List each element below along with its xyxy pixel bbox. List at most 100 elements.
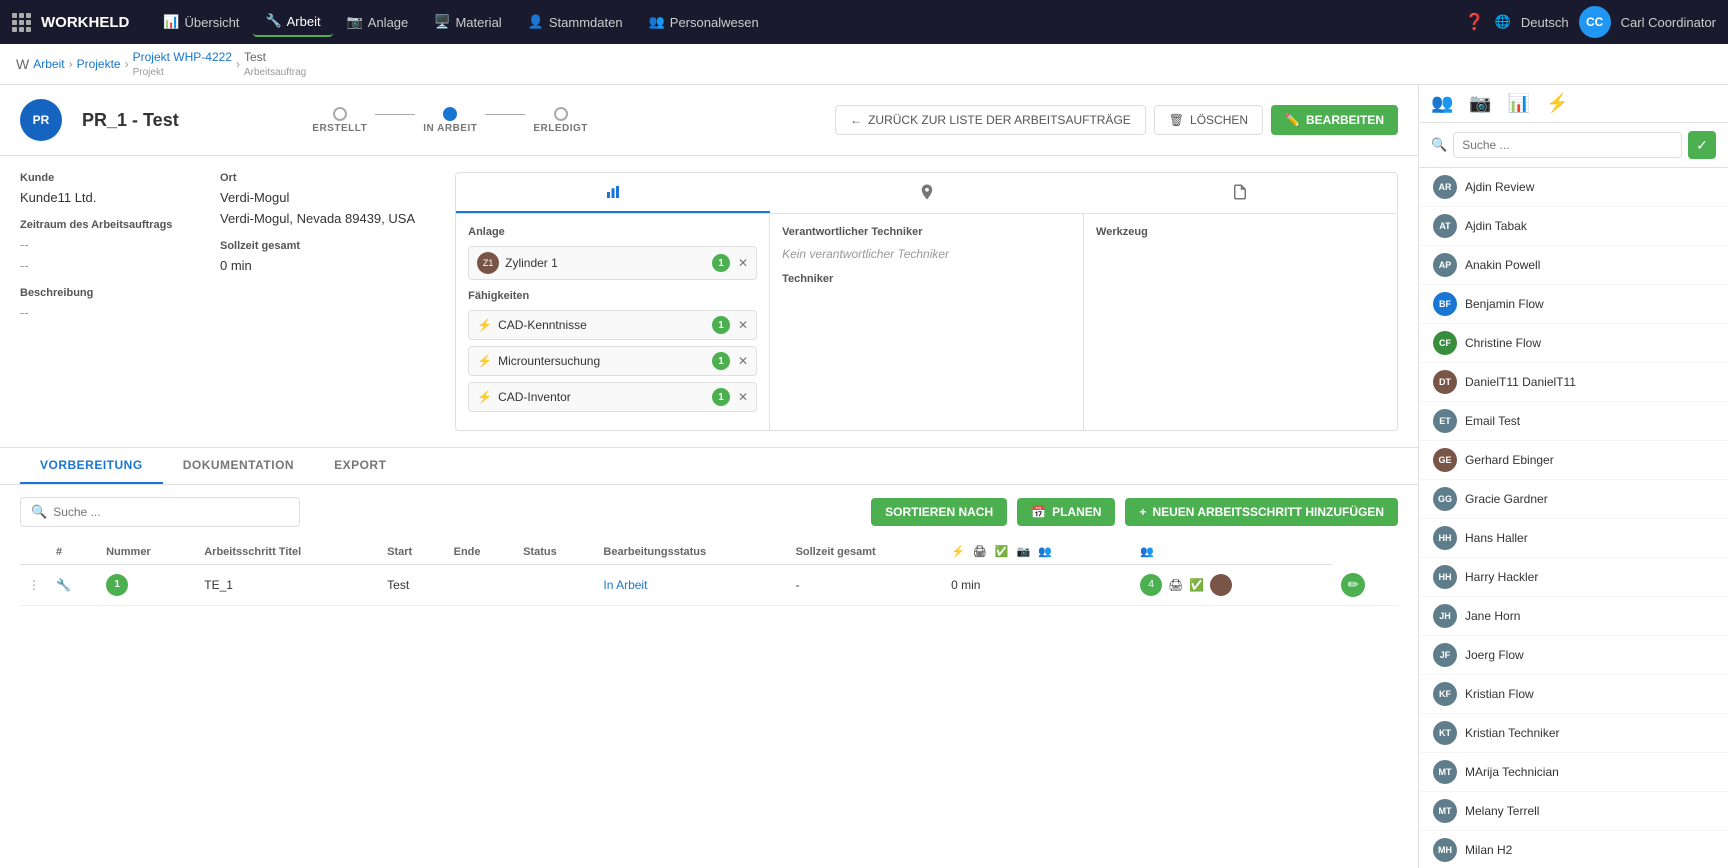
breadcrumb-project-sub: Projekt (133, 67, 164, 78)
row-menu[interactable]: ⋮ (20, 565, 48, 606)
skill-remove-1[interactable]: ✕ (738, 318, 748, 332)
nav-item-ubersicht[interactable]: 📊 Übersicht (151, 7, 251, 37)
th-titel: Arbeitsschritt Titel (196, 539, 379, 565)
technician-item[interactable]: ATAjdin Tabak (1419, 207, 1728, 246)
zeitraum-label: Zeitraum des Arbeitsauftrags (20, 219, 180, 231)
print-icon[interactable]: 🖨 (1168, 578, 1183, 592)
tech-avatar: ET (1433, 409, 1457, 433)
technician-item[interactable]: CFChristine Flow (1419, 324, 1728, 363)
tech-name: DanielT11 DanielT11 (1465, 375, 1576, 389)
th-nummer: Nummer (98, 539, 196, 565)
check-icon[interactable]: ✅ (1189, 578, 1204, 592)
tech-avatar: MT (1433, 760, 1457, 784)
nav-item-personalwesen[interactable]: 👥 Personalwesen (637, 7, 771, 37)
technician-item[interactable]: JFJoerg Flow (1419, 636, 1728, 675)
panel-tab-document[interactable] (1083, 173, 1397, 213)
sidebar-people-icon[interactable]: 👥 (1431, 93, 1453, 114)
technician-item[interactable]: APAnakin Powell (1419, 246, 1728, 285)
personalwesen-icon: 👥 (649, 14, 665, 30)
lightning-icon-3: ⚡ (477, 390, 492, 404)
delete-button[interactable]: 🗑 LÖSCHEN (1154, 105, 1263, 135)
technician-item[interactable]: GEGerhard Ebinger (1419, 441, 1728, 480)
th-icon-area: ⚡ 🖨 ✅ 📷 👥 (951, 545, 1124, 558)
sidebar-lightning-icon[interactable]: ⚡ (1546, 93, 1568, 114)
row-edit[interactable]: ✏ (1333, 565, 1398, 606)
technician-item[interactable]: DTDanielT11 DanielT11 (1419, 363, 1728, 402)
panel-tab-chart[interactable] (456, 173, 770, 213)
back-button[interactable]: ← ZURÜCK ZUR LISTE DER ARBEITSAUFTRÄGE (835, 105, 1146, 135)
skill-remove-3[interactable]: ✕ (738, 390, 748, 404)
step-circle-erstellt (333, 107, 347, 121)
technician-item[interactable]: HHHarry Hackler (1419, 558, 1728, 597)
technician-item[interactable]: GGGracie Gardner (1419, 480, 1728, 519)
work-steps-toolbar: 🔍 SORTIEREN NACH 📅 PLANEN + NEUEN ARBEIT… (20, 497, 1398, 527)
add-step-button[interactable]: + NEUEN ARBEITSSCHRITT HINZUFÜGEN (1125, 498, 1398, 526)
tab-export[interactable]: EXPORT (314, 448, 406, 484)
tech-name: Email Test (1465, 414, 1520, 428)
sort-button[interactable]: SORTIEREN NACH (871, 498, 1007, 526)
breadcrumb-projekte[interactable]: Projekte (77, 57, 121, 71)
row-sollzeit-val: 0 min (943, 565, 1132, 606)
technician-item[interactable]: MHMilan H2 (1419, 831, 1728, 868)
step-num-text: 1 (114, 579, 120, 590)
ort-label: Ort (220, 172, 415, 184)
step-line-1 (375, 114, 415, 115)
sidebar-chart-icon[interactable]: 📊 (1508, 93, 1530, 114)
tab-vorbereitung[interactable]: VORBEREITUNG (20, 448, 163, 484)
th-menu (20, 539, 48, 565)
technician-item[interactable]: MTMelany Terrell (1419, 792, 1728, 831)
help-icon[interactable]: ❓ (1465, 12, 1485, 32)
asset-remove-icon[interactable]: ✕ (738, 256, 748, 270)
language-selector[interactable]: Deutsch (1521, 15, 1569, 30)
tech-name: Kristian Flow (1465, 687, 1534, 701)
search-input[interactable] (53, 505, 289, 519)
technician-item[interactable]: JHJane Horn (1419, 597, 1728, 636)
technician-item[interactable]: MTMArija Technician (1419, 753, 1728, 792)
technician-item[interactable]: HHHans Haller (1419, 519, 1728, 558)
technician-item[interactable]: KTKristian Techniker (1419, 714, 1728, 753)
plan-button[interactable]: 📅 PLANEN (1017, 498, 1115, 526)
nav-item-arbeit[interactable]: 🔧 Arbeit (253, 7, 332, 37)
people-header-icon: 👥 (1038, 545, 1052, 558)
kunde-value: Kunde11 Ltd. (20, 190, 180, 205)
kein-tech: Kein verantwortlicher Techniker (782, 247, 949, 261)
edit-button[interactable]: ✏️ BEARBEITEN (1271, 105, 1398, 135)
nav-item-material[interactable]: 🖥️ Material (422, 7, 513, 37)
skill-remove-2[interactable]: ✕ (738, 354, 748, 368)
app-logo[interactable]: WORKHELD (12, 13, 129, 32)
bar-chart-icon (604, 183, 622, 201)
step-label-erstellt: ERSTELLT (312, 123, 367, 134)
nav-item-stammdaten[interactable]: 👤 Stammdaten (516, 7, 635, 37)
lightning-header-icon: ⚡ (951, 545, 965, 558)
row-edit-button[interactable]: ✏ (1341, 573, 1365, 597)
page-title: PR_1 - Test (82, 110, 179, 131)
step-circle-inarbeit (443, 107, 457, 121)
panel-tab-location[interactable] (770, 173, 1084, 213)
technician-item[interactable]: BFBenjamin Flow (1419, 285, 1728, 324)
grid-icon (12, 13, 31, 32)
info-section: Kunde Kunde11 Ltd. Zeitraum des Arbeitsa… (0, 156, 1418, 448)
sidebar-search-button[interactable]: ✓ (1688, 131, 1716, 159)
tab-dokumentation[interactable]: DOKUMENTATION (163, 448, 314, 484)
page-header: PR PR_1 - Test ERSTELLT IN ARBEIT ERLEDI… (0, 85, 1418, 156)
technician-item[interactable]: KFKristian Flow (1419, 675, 1728, 714)
skill-name-1: CAD-Kenntnisse (498, 318, 706, 332)
breadcrumb-project-link[interactable]: Projekt WHP-4222 (133, 50, 232, 64)
main-content: PR PR_1 - Test ERSTELLT IN ARBEIT ERLEDI… (0, 85, 1418, 868)
sidebar-search-input[interactable] (1453, 132, 1682, 158)
technician-item[interactable]: ARAjdin Review (1419, 168, 1728, 207)
technician-item[interactable]: ET Email Test (1419, 402, 1728, 441)
sollzeit-value: 0 min (220, 258, 415, 273)
user-avatar[interactable]: CC (1579, 6, 1611, 38)
asset-count: 1 (712, 254, 730, 272)
sidebar-camera-icon[interactable]: 📷 (1469, 93, 1491, 114)
nav-item-anlage[interactable]: 📷 Anlage (335, 7, 421, 37)
breadcrumb-arbeit[interactable]: Arbeit (33, 57, 64, 71)
work-steps-search[interactable]: 🔍 (20, 497, 300, 527)
tech-name: Gracie Gardner (1465, 492, 1548, 506)
tech-name: Jane Horn (1465, 609, 1520, 623)
tech-avatar: AP (1433, 253, 1457, 277)
tech-name: Ajdin Review (1465, 180, 1534, 194)
tech-name: Kristian Techniker (1465, 726, 1560, 740)
tech-avatar: MT (1433, 799, 1457, 823)
